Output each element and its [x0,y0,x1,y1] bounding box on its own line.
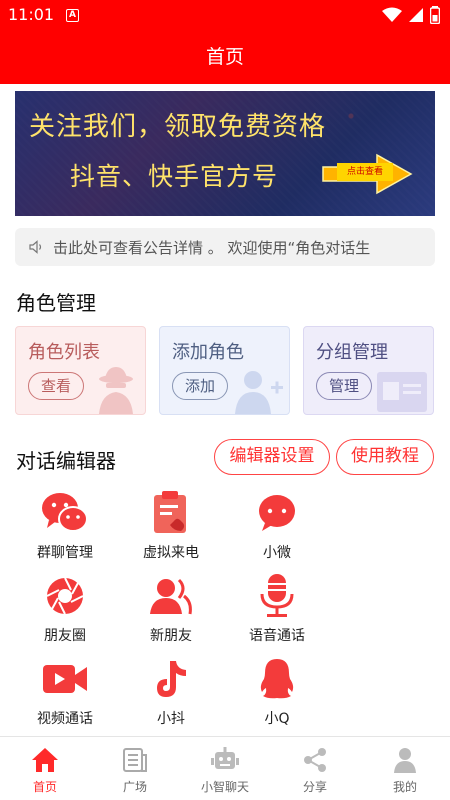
status-icons [382,6,440,24]
tab-ai-chat[interactable]: 小智聊天 [180,737,270,800]
page-title: 首页 [205,46,244,68]
add-role-card[interactable]: 添加角色 添加 [159,326,290,415]
role-section-title: 角色管理 [16,291,96,315]
qq-penguin-icon [260,659,294,699]
feature-xiaowei[interactable]: 小微 [222,490,332,562]
new-friend-icon [150,578,192,615]
share-icon [304,748,326,772]
feature-label: 视频通话 [37,711,93,727]
signal-icon [409,8,423,22]
person-icon [394,748,416,773]
feature-xiaodou[interactable]: 小抖 [116,656,226,728]
banner-line2: 抖音、快手官方号 [70,162,279,191]
video-camera-icon [43,665,87,693]
add-role-title: 添加角色 [172,342,244,363]
banner-cta[interactable]: 点击查看 [337,163,393,181]
feature-virtual-call[interactable]: 虚拟来电 [116,490,226,562]
banner-line1: 关注我们，领取免费资格 [29,112,327,142]
battery-icon [430,6,440,24]
role-list-card[interactable]: 角色列表 查看 [15,326,146,415]
tutorial-button[interactable]: 使用教程 [336,439,434,475]
feature-label: 朋友圈 [44,628,86,644]
speaker-icon [29,240,42,254]
tab-label: 分享 [302,780,327,794]
feature-label: 小抖 [157,711,185,727]
feature-video-call[interactable]: 视频通话 [10,656,120,728]
clipboard-phone-icon [154,491,186,533]
tab-label: 小智聊天 [200,780,249,794]
microphone-icon [260,574,294,617]
app-bar: 首页 [0,32,450,84]
group-management-card[interactable]: 分组管理 管理 [303,326,434,415]
editor-settings-button[interactable]: 编辑器设置 [214,439,330,475]
feature-label: 语音通话 [249,628,305,644]
feature-group-chat[interactable]: 群聊管理 [10,490,120,562]
bottom-tab-bar: 首页 广场 小智聊天 分享 我的 [0,736,450,800]
tab-mine[interactable]: 我的 [360,737,450,800]
announcement-text: 击此处可查看公告详情 。 欢迎使用“角色对话生 [53,239,371,257]
wechat-icon [42,493,88,532]
feature-xiaoq[interactable]: 小Q [222,656,332,728]
status-time: 11:01 [8,5,55,24]
view-button[interactable]: 查看 [28,372,85,400]
status-bar: 11:01 A [0,0,450,32]
feature-new-friends[interactable]: 新朋友 [116,573,226,645]
announcement-bar[interactable]: 击此处可查看公告详情 。 欢迎使用“角色对话生 [15,228,435,266]
id-card-icon [377,372,427,412]
tab-share[interactable]: 分享 [270,737,360,800]
tab-label: 广场 [122,780,147,794]
tab-label: 我的 [392,780,417,794]
aperture-icon [46,577,84,615]
home-icon [32,748,58,772]
spy-icon [99,367,133,414]
tab-square[interactable]: 广场 [90,737,180,800]
robot-icon [211,747,239,769]
wifi-icon [382,7,402,22]
notification-icon: A [66,9,79,22]
add-user-icon [235,371,283,414]
tiktok-icon [157,661,186,697]
group-management-title: 分组管理 [316,342,388,363]
chat-bubble-icon [259,495,295,531]
feature-label: 新朋友 [150,628,192,644]
newspaper-icon [123,748,147,772]
editor-section-title: 对话编辑器 [16,449,116,473]
feature-label: 群聊管理 [37,545,93,561]
feature-label: 虚拟来电 [143,545,199,561]
feature-label: 小Q [264,711,290,727]
feature-moments[interactable]: 朋友圈 [10,573,120,645]
add-button[interactable]: 添加 [172,372,229,400]
manage-button[interactable]: 管理 [316,372,373,400]
role-list-title: 角色列表 [28,342,100,363]
feature-voice-call[interactable]: 语音通话 [222,573,332,645]
promo-banner[interactable]: 关注我们，领取免费资格 抖音、快手官方号 点击查看 [15,91,435,216]
tab-home[interactable]: 首页 [0,737,90,800]
feature-label: 小微 [263,545,291,561]
tab-label: 首页 [32,780,57,794]
